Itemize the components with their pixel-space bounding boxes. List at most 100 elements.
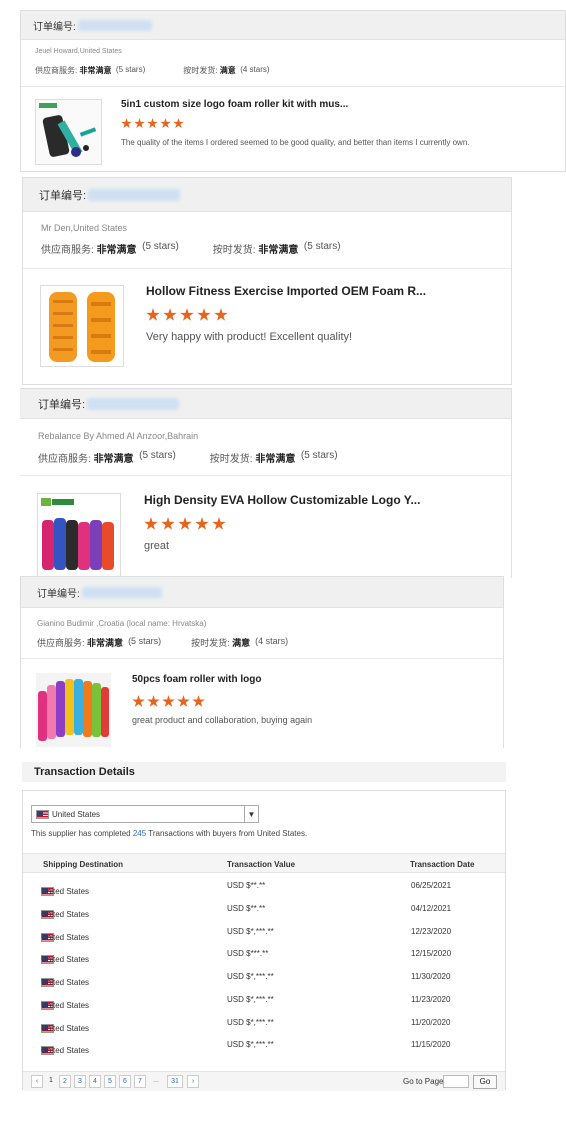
ontime-label: 按时发货: — [212, 245, 256, 256]
date-cell: 11/20/2020 — [411, 1018, 451, 1027]
rating-stars — [132, 695, 205, 708]
supplier-service-stars: (5 stars) — [115, 65, 146, 74]
review-text: Very happy with product! Excellent quali… — [146, 331, 353, 343]
star-icon — [147, 118, 158, 129]
destination-text: United States — [41, 1001, 90, 1010]
star-icon — [178, 517, 192, 530]
transaction-details-title: Transaction Details — [22, 762, 506, 782]
goto-page-input[interactable] — [443, 1075, 469, 1088]
date-cell: 12/15/2020 — [411, 949, 452, 958]
rating-summary: 供应商服务: 非常满意 (5 stars) 按时发货: 满意 (4 stars) — [35, 65, 270, 76]
product-image[interactable] — [36, 673, 111, 747]
star-icon — [180, 308, 194, 321]
star-icon — [192, 695, 205, 707]
destination-text: United States — [41, 1024, 90, 1033]
table-row: United States USD $*,***.** 12/23/2020 — [23, 921, 505, 943]
ontime-value: 满意 — [219, 66, 236, 75]
date-cell: 04/12/2021 — [411, 904, 452, 913]
star-icon — [212, 517, 226, 530]
table-row: United States USD $***.** 12/15/2020 — [23, 943, 505, 965]
order-number-label: 订单编号: — [39, 189, 87, 202]
prev-page-button[interactable]: ‹ — [31, 1075, 43, 1088]
value-cell: USD $*,***.** — [227, 1018, 274, 1027]
ontime-value: 非常满意 — [255, 454, 296, 465]
star-icon — [160, 118, 171, 129]
order-number-redacted — [81, 586, 162, 598]
order-header: 订单编号: — [21, 577, 503, 608]
column-header-value: Transaction Value — [227, 860, 296, 869]
ontime-value: 非常满意 — [258, 245, 299, 256]
star-icon — [162, 695, 175, 707]
star-icon — [146, 308, 160, 321]
transaction-count: 245 — [132, 829, 147, 838]
rating-summary: 供应商服务: 非常满意 (5 stars) 按时发货: 满意 (4 stars) — [37, 636, 288, 649]
column-header-destination: Shipping Destination — [43, 860, 123, 869]
ontime-label: 按时发货: — [209, 454, 253, 465]
destination-text: United States — [41, 910, 90, 919]
value-cell: USD $**.** — [227, 881, 266, 890]
rating-stars — [146, 308, 228, 322]
ontime-stars: (5 stars) — [303, 241, 341, 252]
supplier-service-value: 非常满意 — [96, 245, 137, 256]
country-select-value: United States — [52, 809, 101, 819]
product-title[interactable]: High Density EVA Hollow Customizable Log… — [144, 493, 420, 507]
destination-text: United States — [41, 978, 90, 987]
page-link-7[interactable]: 7 — [134, 1075, 146, 1088]
table-row: United States USD $*,***.** 11/30/2020 — [23, 966, 505, 988]
page-link-4[interactable]: 4 — [89, 1075, 101, 1088]
product-image[interactable] — [35, 99, 102, 165]
summary-suffix: Transactions with buyers from United Sta… — [148, 829, 308, 838]
order-header: 订单编号: — [23, 178, 511, 212]
buyer-name: Rebalance By Ahmed Al Anzoor,Bahrain — [38, 431, 199, 441]
order-number-label: 订单编号: — [38, 398, 86, 411]
date-cell: 11/30/2020 — [411, 972, 451, 981]
divider — [20, 475, 511, 476]
destination-text: United States — [41, 887, 90, 896]
next-page-button[interactable]: › — [187, 1075, 199, 1088]
buyer-name: Jeuel Howard,United States — [35, 48, 122, 55]
page-link-2[interactable]: 2 — [59, 1075, 71, 1088]
page-link-1[interactable]: 1 — [45, 1075, 57, 1088]
summary-prefix: This supplier has completed — [31, 829, 131, 838]
table-row: United States USD $*,***.** 11/23/2020 — [23, 989, 505, 1011]
supplier-service-label: 供应商服务: — [35, 66, 78, 75]
transaction-summary: This supplier has completed 245 Transact… — [31, 829, 307, 838]
go-button[interactable]: Go — [473, 1075, 497, 1089]
review-card: 订单编号: Rebalance By Ahmed Al Anzoor,Bahra… — [20, 388, 512, 578]
star-icon — [121, 118, 132, 129]
value-cell: USD $*,***.** — [227, 972, 274, 981]
star-icon — [134, 118, 145, 129]
supplier-service-value: 非常满意 — [93, 454, 134, 465]
supplier-service-stars: (5 stars) — [142, 241, 179, 252]
order-number-redacted — [87, 397, 180, 410]
date-cell: 11/15/2020 — [411, 1040, 451, 1049]
supplier-service-stars: (5 stars) — [139, 450, 176, 461]
chevron-down-icon[interactable]: ▼ — [244, 806, 258, 822]
star-icon — [161, 517, 175, 530]
table-row: United States USD $**.** 04/12/2021 — [23, 898, 505, 920]
country-select[interactable]: United States ▼ — [31, 805, 259, 823]
ontime-label: 按时发货: — [183, 66, 218, 75]
product-title[interactable]: 50pcs foam roller with logo — [132, 674, 261, 685]
value-cell: USD $**.** — [227, 904, 266, 913]
product-title[interactable]: Hollow Fitness Exercise Imported OEM Foa… — [146, 284, 426, 298]
page-link-5[interactable]: 5 — [104, 1075, 116, 1088]
page-link-last[interactable]: 31 — [167, 1075, 183, 1088]
destination-text: United States — [41, 1046, 90, 1055]
value-cell: USD $*,***.** — [227, 995, 274, 1004]
star-icon — [144, 517, 158, 530]
product-title[interactable]: 5in1 custom size logo foam roller kit wi… — [121, 99, 348, 110]
destination-text: United States — [41, 955, 90, 964]
transaction-panel: United States ▼ This supplier has comple… — [22, 790, 506, 1091]
product-image[interactable] — [37, 493, 121, 577]
page-link-6[interactable]: 6 — [119, 1075, 131, 1088]
page-link-3[interactable]: 3 — [74, 1075, 86, 1088]
ontime-stars: (4 stars) — [255, 636, 289, 646]
product-image[interactable] — [40, 285, 124, 367]
review-text: great — [144, 540, 170, 552]
order-number-redacted — [77, 19, 152, 31]
value-cell: USD $***.** — [227, 949, 269, 958]
goto-page-label: Go to Page — [403, 1077, 444, 1086]
rating-stars — [144, 517, 226, 531]
star-icon — [173, 118, 184, 129]
